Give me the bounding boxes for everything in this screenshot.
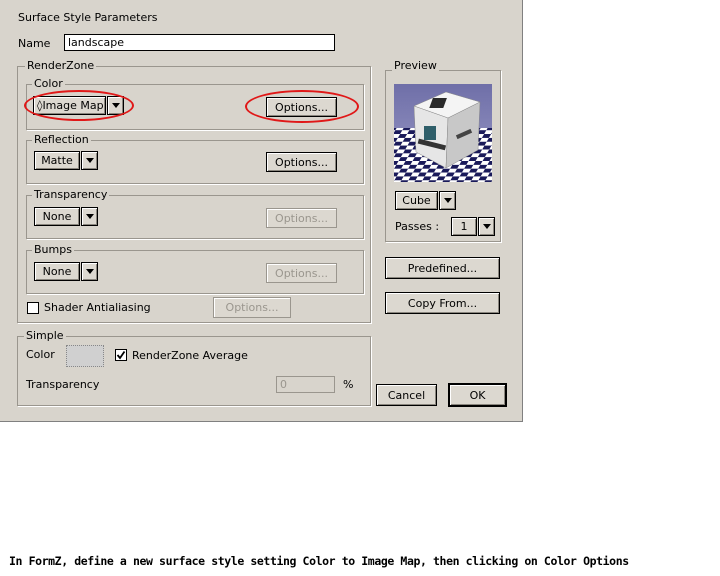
shader-antialiasing-label: Shader Antialiasing (44, 301, 151, 314)
annotation-circle-color-popup (24, 90, 134, 121)
preview-legend: Preview (392, 59, 439, 72)
surface-style-dialog: Surface Style Parameters Name landscape … (0, 0, 523, 422)
reflection-popup-value[interactable]: Matte (34, 151, 80, 170)
transparency-popup[interactable]: None (34, 207, 98, 226)
predefined-button[interactable]: Predefined... (385, 257, 500, 279)
preview-image (394, 84, 492, 182)
simple-transparency-label: Transparency (26, 378, 100, 391)
simple-transparency-input[interactable]: 0 (276, 376, 335, 393)
name-label: Name (18, 37, 51, 50)
bumps-options-button[interactable]: Options... (266, 263, 337, 283)
bumps-legend: Bumps (32, 243, 74, 256)
bumps-popup[interactable]: None (34, 262, 98, 281)
preview-shape-popup[interactable]: Cube (395, 191, 456, 210)
checkmark-icon (116, 350, 126, 360)
chevron-down-icon[interactable] (439, 191, 456, 210)
chevron-down-icon[interactable] (478, 217, 495, 236)
simple-color-label: Color (26, 348, 55, 361)
passes-popup[interactable]: 1 (451, 217, 495, 236)
color-legend: Color (32, 77, 65, 90)
chevron-down-icon[interactable] (81, 262, 98, 281)
reflection-legend: Reflection (32, 133, 91, 146)
simple-legend: Simple (24, 329, 66, 342)
cancel-button[interactable]: Cancel (376, 384, 437, 406)
transparency-legend: Transparency (32, 188, 110, 201)
dialog-title: Surface Style Parameters (18, 11, 158, 24)
percent-label: % (343, 378, 354, 391)
reflection-popup[interactable]: Matte (34, 151, 98, 170)
simple-color-swatch[interactable] (66, 345, 104, 367)
shader-options-button[interactable]: Options... (213, 297, 291, 318)
shader-antialiasing-checkbox[interactable] (27, 302, 39, 314)
reflection-options-button[interactable]: Options... (266, 152, 337, 172)
passes-label: Passes : (395, 220, 440, 233)
renderzone-average-label: RenderZone Average (132, 349, 248, 362)
passes-value[interactable]: 1 (451, 217, 477, 236)
annotation-circle-color-options (245, 90, 359, 123)
chevron-down-icon[interactable] (81, 151, 98, 170)
renderzone-legend: RenderZone (25, 59, 97, 72)
caption-text: In FormZ, define a new surface style set… (9, 554, 629, 568)
copy-from-button[interactable]: Copy From... (385, 292, 500, 314)
ok-button[interactable]: OK (448, 383, 507, 407)
transparency-options-button[interactable]: Options... (266, 208, 337, 228)
renderzone-average-checkbox[interactable] (115, 349, 127, 361)
chevron-down-icon[interactable] (81, 207, 98, 226)
transparency-popup-value[interactable]: None (34, 207, 80, 226)
bumps-popup-value[interactable]: None (34, 262, 80, 281)
preview-shape-value[interactable]: Cube (395, 191, 438, 210)
name-input[interactable]: landscape (64, 34, 335, 51)
